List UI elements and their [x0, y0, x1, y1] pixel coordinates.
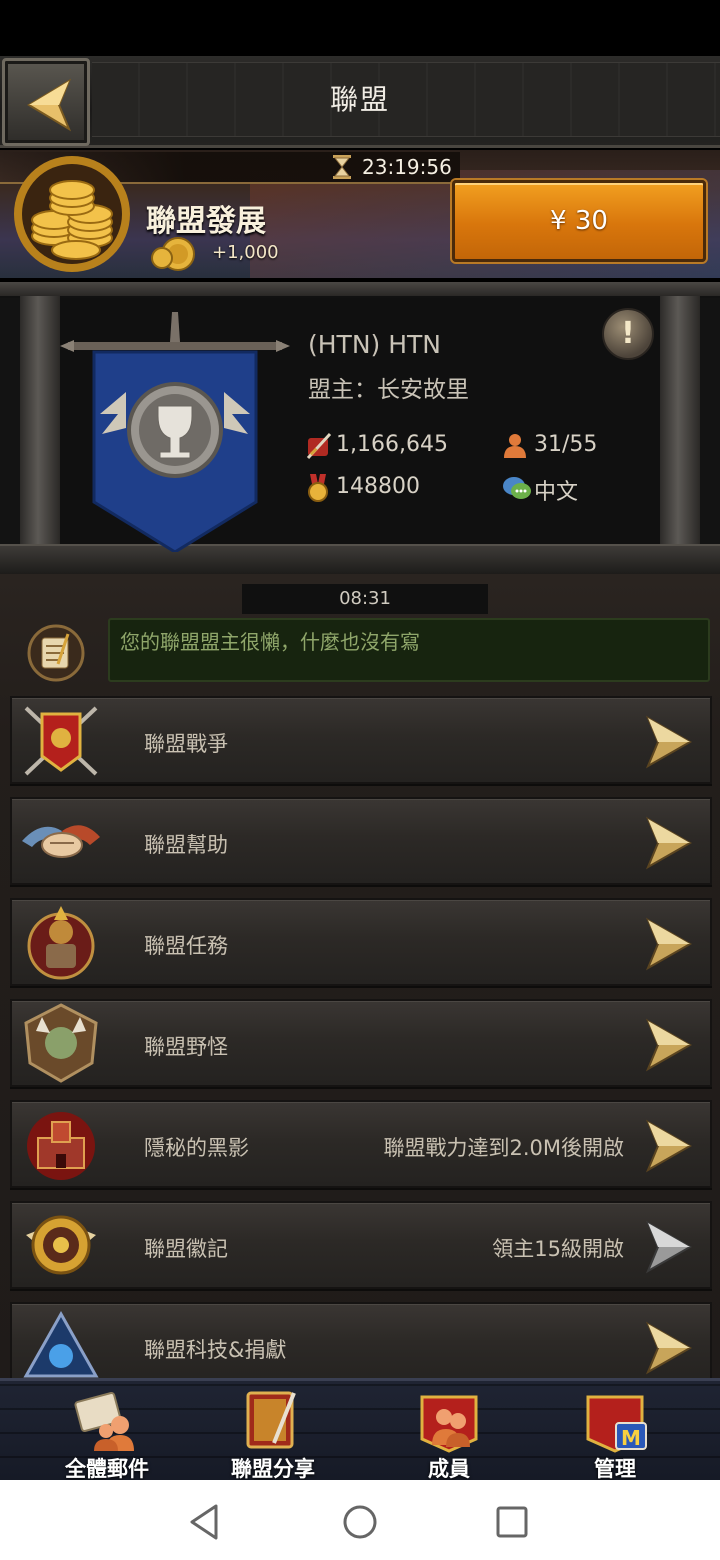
nav-label: 聯盟分享	[231, 1457, 315, 1481]
panel-top-beam	[0, 282, 720, 298]
menu-row-label: 聯盟徽記	[144, 1237, 228, 1261]
dwarf-warrior-icon	[27, 906, 95, 980]
war-banner-icon	[24, 706, 98, 776]
development-banner: 23:19:56 聯盟發展 +1,000 ¥ 30	[0, 150, 720, 278]
alliance-flag-icon	[60, 312, 290, 552]
bottom-navigation: 全體郵件 聯盟分享 成員 M 管理	[0, 1378, 720, 1481]
chevron-right-icon	[645, 1220, 693, 1274]
nav-alliance-share[interactable]: 聯盟分享	[198, 1385, 348, 1481]
right-pillar	[660, 296, 700, 546]
share-book-icon	[246, 1391, 296, 1449]
system-back-icon[interactable]	[186, 1502, 226, 1542]
development-timer: 23:19:56	[362, 155, 452, 179]
notice-time: 08:31	[242, 584, 488, 614]
alliance-name: (HTN) HTN	[308, 330, 441, 359]
alliance-power-value: 1,166,645	[336, 432, 448, 457]
monster-icon	[24, 1003, 98, 1083]
alliance-menu-area: 08:31 您的聯盟盟主很懶，什麼也沒有寫 聯盟戰爭 聯盟幫助 聯盟任務 聯盟野…	[0, 574, 720, 1378]
chevron-right-icon	[645, 715, 693, 769]
member-count-icon	[504, 434, 526, 458]
menu-row-alliance-emblem[interactable]: 聯盟徽記 領主15級開啟	[10, 1201, 712, 1289]
chevron-right-icon	[645, 816, 693, 870]
alliance-language: 中文	[502, 474, 622, 505]
alliance-members-value: 31/55	[534, 432, 598, 457]
alliance-honor: 148800	[304, 474, 504, 502]
alliance-honor-value: 148800	[336, 474, 420, 499]
fortress-icon	[27, 1112, 95, 1180]
announcement-scroll-icon	[27, 624, 85, 682]
chevron-right-icon	[645, 1018, 693, 1072]
menu-row-label: 聯盟科技&捐獻	[144, 1338, 287, 1362]
system-home-icon[interactable]	[340, 1502, 380, 1542]
members-icon	[420, 1395, 478, 1453]
purchase-button[interactable]: ¥ 30	[452, 180, 706, 262]
language-chat-icon	[503, 477, 531, 499]
menu-row-alliance-tech[interactable]: 聯盟科技&捐獻	[10, 1302, 712, 1378]
info-button[interactable]: !	[602, 308, 654, 360]
announcement-box: 您的聯盟盟主很懶，什麼也沒有寫	[108, 618, 710, 682]
nav-label: 全體郵件	[65, 1457, 149, 1481]
sword-power-icon	[306, 432, 332, 460]
menu-row-label: 聯盟幫助	[144, 833, 228, 857]
system-recents-icon[interactable]	[492, 1502, 532, 1542]
menu-row-label: 聯盟野怪	[144, 1035, 228, 1059]
chevron-right-icon	[645, 917, 693, 971]
mail-icon	[74, 1392, 134, 1451]
menu-row-hidden-shadow[interactable]: 隱秘的黑影 聯盟戰力達到2.0M後開啟	[10, 1100, 712, 1188]
menu-row-alliance-quests[interactable]: 聯盟任務	[10, 898, 712, 986]
back-arrow-icon	[27, 78, 72, 132]
top-header: 聯盟	[0, 56, 720, 148]
chevron-right-icon	[645, 1321, 693, 1375]
status-bar	[0, 0, 720, 56]
system-navigation-bar	[0, 1480, 720, 1560]
menu-row-alliance-monsters[interactable]: 聯盟野怪	[10, 999, 712, 1087]
alliance-info-panel: ! (HTN) HTN 盟主：长安故里 1,166,645 31/55 1488…	[0, 282, 720, 574]
menu-row-status: 領主15級開啟	[492, 1237, 624, 1261]
alliance-members: 31/55	[502, 432, 622, 460]
alliance-language-value: 中文	[534, 480, 579, 505]
menu-row-status: 聯盟戰力達到2.0M後開啟	[383, 1136, 624, 1160]
menu-row-alliance-help[interactable]: 聯盟幫助	[10, 797, 712, 885]
nav-label: 成員	[428, 1457, 470, 1481]
nav-label: 管理	[594, 1457, 636, 1481]
alliance-coin-icon	[151, 237, 195, 271]
development-title: 聯盟發展	[146, 204, 266, 239]
tech-icon	[23, 1310, 99, 1378]
alliance-power: 1,166,645	[304, 432, 504, 460]
handshake-icon	[22, 825, 100, 858]
page-title: 聯盟	[329, 83, 390, 116]
menu-row-label: 聯盟任務	[144, 934, 228, 958]
manage-badge: M	[621, 1426, 641, 1450]
back-button[interactable]	[2, 58, 90, 146]
menu-row-label: 聯盟戰爭	[144, 732, 228, 756]
nav-manage[interactable]: M 管理	[540, 1385, 690, 1481]
hourglass-icon	[333, 155, 351, 179]
chevron-right-icon	[645, 1119, 693, 1173]
left-pillar	[20, 296, 60, 546]
menu-row-label: 隱秘的黑影	[144, 1136, 249, 1160]
nav-mail-all[interactable]: 全體郵件	[32, 1385, 182, 1481]
development-reward: +1,000	[212, 242, 279, 263]
alliance-leader: 盟主：长安故里	[308, 377, 469, 403]
medal-icon	[308, 474, 328, 502]
gold-coins-icon	[14, 156, 130, 272]
nav-members[interactable]: 成員	[374, 1385, 524, 1481]
menu-row-alliance-war[interactable]: 聯盟戰爭	[10, 696, 712, 784]
emblem-icon	[26, 1215, 96, 1275]
